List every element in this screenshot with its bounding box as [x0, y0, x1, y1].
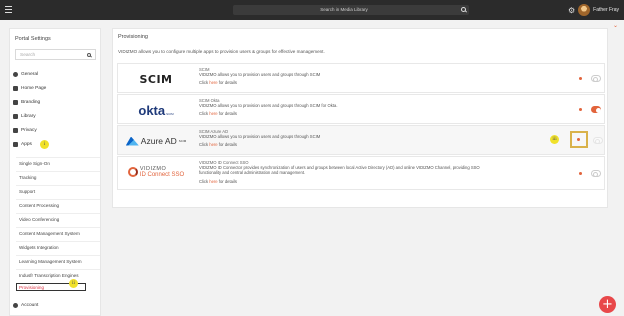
provider-row-okta: oktaSCIM SCIM Okta VIDIZMO allows you to… — [117, 94, 605, 124]
library-icon — [13, 113, 18, 119]
details-link[interactable]: here — [209, 142, 217, 147]
link-prefix: Click — [199, 111, 210, 117]
sidebar-subitem-widgets-integration[interactable]: Widgets Integration — [16, 241, 100, 252]
sidebar-title: Portal Settings — [15, 36, 51, 42]
details-link[interactable]: here — [209, 80, 217, 85]
provisioning-panel: Provisioning VIDIZMO allows you to confi… — [112, 28, 608, 208]
add-button[interactable]: + — [599, 296, 616, 313]
azure-icon — [125, 136, 139, 146]
azure-logo-sub: SCIM — [178, 139, 187, 143]
provider-description: VIDIZMO ID Connector provides synchroniz… — [199, 165, 480, 176]
enable-toggle[interactable] — [591, 106, 601, 113]
settings-dot-button[interactable] — [577, 138, 580, 141]
okta-logo: oktaSCIM — [124, 99, 188, 121]
portal-settings-sidebar: Portal Settings Search General Home Page… — [9, 28, 101, 316]
sidebar-search-placeholder: Search — [20, 52, 36, 58]
sidebar-item-label: Branding — [21, 99, 41, 105]
brush-icon — [13, 99, 18, 105]
globe-icon — [13, 71, 18, 77]
link-suffix: for details — [217, 142, 237, 148]
sidebar-item-general[interactable]: General — [13, 69, 99, 79]
sidebar-item-label: Apps — [21, 141, 32, 147]
provider-description: VIDIZMO allows you to provision users an… — [199, 72, 321, 78]
avatar[interactable] — [578, 4, 591, 16]
page-description: VIDIZMO allows you to configure multiple… — [118, 49, 325, 54]
sidebar-subitem-tracking[interactable]: Tracking — [16, 171, 100, 182]
search-icon[interactable] — [86, 52, 91, 57]
sidebar-item-account[interactable]: Account — [13, 300, 99, 310]
link-prefix: Click — [199, 80, 210, 86]
status-dot — [579, 108, 582, 111]
hamburger-menu-icon[interactable] — [5, 6, 12, 13]
vidizmo-mark-icon — [127, 167, 138, 177]
scim-logo-text: SCIM — [139, 72, 173, 86]
sidebar-item-apps[interactable]: Apps — [13, 139, 99, 149]
sidebar-item-label: Library — [21, 113, 36, 119]
status-dot — [579, 172, 582, 175]
top-bar: Search in Media Library ⚙ Father Fray — [0, 0, 624, 20]
status-dot — [579, 77, 582, 80]
chevron-down-icon[interactable]: ⌄ — [613, 22, 618, 29]
media-library-search[interactable]: Search in Media Library — [233, 5, 469, 15]
sidebar-item-label: General — [21, 71, 39, 77]
account-icon — [13, 302, 18, 308]
provider-row-scim: SCIM SCIM VIDIZMO allows you to provisio… — [117, 63, 605, 93]
vidizmo-logo-sub: ID Connect SSO — [139, 172, 185, 178]
enable-toggle[interactable] — [591, 170, 601, 177]
enable-toggle[interactable] — [593, 137, 603, 144]
search-icon[interactable] — [461, 7, 466, 12]
vidizmo-logo: VIDIZMO ID Connect SSO — [124, 161, 188, 183]
sidebar-subitem-content-management-system[interactable]: Content Management System — [16, 227, 100, 238]
sidebar-item-label: Home Page — [21, 85, 47, 91]
details-link[interactable]: here — [209, 111, 217, 116]
page-title: Provisioning — [118, 34, 148, 40]
provider-row-vidizmo-id-connect: VIDIZMO ID Connect SSO VIDIZMO ID Connect… — [117, 156, 605, 190]
sidebar-item-privacy[interactable]: Privacy — [13, 125, 99, 135]
provider-description: VIDIZMO allows you to provision users an… — [199, 134, 321, 140]
sidebar-subitem-transcription-engines[interactable]: Indusfr Transcription Engines — [16, 269, 100, 280]
sidebar-item-label: Account — [21, 302, 39, 308]
sidebar-item-home-page[interactable]: Home Page — [13, 83, 99, 93]
provider-description: VIDIZMO allows you to provision users an… — [199, 103, 338, 109]
azure-logo-text: Azure AD — [140, 136, 177, 146]
settings-gear-icon[interactable]: ⚙ — [568, 6, 575, 15]
link-suffix: for details — [217, 178, 237, 184]
lock-icon — [13, 127, 18, 133]
sidebar-item-label: Privacy — [21, 127, 37, 133]
home-icon — [13, 85, 18, 91]
step-marker-i: i — [40, 140, 49, 149]
media-library-search-placeholder: Search in Media Library — [320, 7, 368, 12]
sidebar-subitem-content-processing[interactable]: Content Processing — [16, 199, 100, 210]
sidebar-subitem-single-sign-on[interactable]: Single Sign-On — [16, 157, 100, 168]
details-link[interactable]: here — [209, 179, 217, 184]
sidebar-subitem-video-conferencing[interactable]: Video Conferencing — [16, 213, 100, 224]
link-prefix: Click — [199, 178, 210, 184]
link-prefix: Click — [199, 142, 210, 148]
user-name[interactable]: Father Fray — [593, 7, 619, 13]
step-marker-ii: ii — [69, 279, 78, 288]
enable-toggle[interactable] — [591, 75, 601, 82]
okta-logo-text: okta — [138, 102, 166, 118]
sidebar-item-library[interactable]: Library — [13, 111, 99, 121]
apps-icon — [13, 141, 18, 147]
okta-logo-sub: SCIM — [166, 111, 174, 116]
scim-logo: SCIM — [124, 68, 188, 90]
step-marker-iii: iii — [550, 135, 559, 144]
sidebar-item-branding[interactable]: Branding — [13, 97, 99, 107]
sidebar-search-input[interactable]: Search — [15, 49, 96, 60]
link-suffix: for details — [217, 111, 237, 117]
sidebar-subitem-learning-management-system[interactable]: Learning Management System — [16, 255, 100, 266]
provider-row-azure-ad: Azure AD SCIM SCIM Azure AD VIDIZMO allow… — [117, 125, 605, 155]
link-suffix: for details — [217, 80, 237, 86]
azure-ad-logo: Azure AD SCIM — [124, 130, 188, 152]
sidebar-subitem-support[interactable]: Support — [16, 185, 100, 196]
